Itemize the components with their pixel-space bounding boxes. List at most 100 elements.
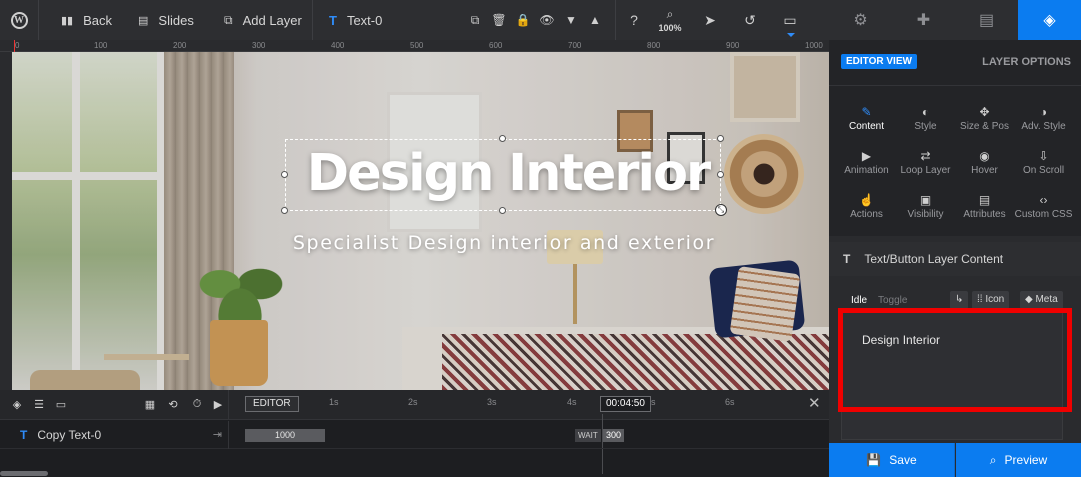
ruler-label: 1000 <box>805 41 823 50</box>
add-layer-button[interactable]: ⧉ Add Layer <box>224 0 312 40</box>
headline-layer[interactable]: Design Interior <box>285 144 731 204</box>
selection-handle[interactable] <box>717 135 724 142</box>
wordpress-logo-button[interactable]: W <box>0 0 38 40</box>
timeline-toolbar: ◈ ☰ ▭ ▦ ⟲ ⏱ ▶ EDITOR 1s 2s 3s 4s 5s 6s 0… <box>0 389 829 420</box>
line-break-icon[interactable]: ↳ <box>950 291 969 309</box>
divider <box>615 0 616 40</box>
chevron-up-icon[interactable]: ▲ <box>583 0 607 40</box>
option-label: Hover <box>971 164 998 176</box>
option-label: Style <box>914 120 937 132</box>
visibility-icon: ▣ <box>919 192 932 207</box>
option-actions[interactable]: ☝ Actions <box>835 184 898 228</box>
ruler-label: 700 <box>568 41 582 50</box>
text-layer-icon: T <box>329 12 337 28</box>
option-label: Animation <box>844 164 889 176</box>
search-icon: ⌕ <box>989 452 997 467</box>
play-icon[interactable]: ▶ <box>211 398 225 412</box>
move-icon: ✥ <box>979 104 990 119</box>
second-marker: 3s <box>487 397 497 407</box>
gear-icon[interactable]: ⚙ <box>829 0 892 40</box>
slides-icon[interactable]: ▤ <box>955 0 1018 40</box>
trash-icon[interactable]: 🗑 <box>487 0 511 40</box>
tab-idle[interactable]: Idle <box>851 295 867 306</box>
timeline-row-label: T Copy Text-0 ⇥ <box>0 421 229 449</box>
arrow-right-icon[interactable]: ⇥ <box>213 428 222 441</box>
slides-button[interactable]: ▤ Slides <box>138 0 224 40</box>
option-visibility[interactable]: ▣ Visibility <box>894 184 957 228</box>
option-attributes[interactable]: ▤ Attributes <box>953 184 1016 228</box>
timeline: ◈ ☰ ▭ ▦ ⟲ ⏱ ▶ EDITOR 1s 2s 3s 4s 5s 6s 0… <box>0 389 829 477</box>
ruler-label: 100 <box>94 41 108 50</box>
ruler-label: 300 <box>252 41 266 50</box>
option-custom-css[interactable]: ‹› Custom CSS <box>1012 184 1075 228</box>
add-layer-label: Add Layer <box>242 12 302 28</box>
preview-button[interactable]: ⌕ Preview <box>956 443 1081 477</box>
loop-icon[interactable]: ⟲ <box>166 398 180 412</box>
selection-handle[interactable] <box>499 135 506 142</box>
close-icon[interactable]: ✕ <box>808 394 821 412</box>
tab-toggle[interactable]: Toggle <box>878 295 907 306</box>
duplicate-icon[interactable]: ⧉ <box>463 0 487 40</box>
selection-handle[interactable] <box>281 207 288 214</box>
layers-icon[interactable]: ◈ <box>10 398 24 412</box>
eye-icon[interactable]: 👁 <box>535 0 559 40</box>
option-style[interactable]: ◐ Style <box>894 96 957 140</box>
option-hover[interactable]: ◉ Hover <box>953 140 1016 184</box>
timeline-row[interactable]: T Copy Text-0 ⇥ 1000 WAIT 300 <box>0 421 829 449</box>
list-icon[interactable]: ☰ <box>32 398 46 412</box>
ruler-label: 400 <box>331 41 345 50</box>
cursor-icon[interactable]: ➤ <box>690 0 730 40</box>
back-button[interactable]: ▮▮ Back <box>39 0 138 40</box>
horizontal-scrollbar[interactable] <box>0 471 48 476</box>
puzzle-icon[interactable]: ✚ <box>892 0 955 40</box>
editor-view-badge[interactable]: EDITOR VIEW <box>841 54 917 69</box>
ruler-label: 500 <box>410 41 424 50</box>
chevron-down-icon[interactable]: ▼ <box>559 0 583 40</box>
option-size-pos[interactable]: ✥ Size & Pos <box>953 96 1016 140</box>
option-label: Loop Layer <box>900 164 951 176</box>
option-on-scroll[interactable]: ⇩ On Scroll <box>1012 140 1075 184</box>
zoom-button[interactable]: ⌕ 100% <box>650 0 690 40</box>
layers-icon[interactable]: ◈ <box>1018 0 1081 40</box>
layer-options-title[interactable]: LAYER OPTIONS <box>982 56 1071 68</box>
option-content[interactable]: ✎ Content <box>835 96 898 140</box>
save-button[interactable]: 💾 Save <box>829 443 955 477</box>
option-label: On Scroll <box>1022 164 1065 176</box>
option-adv-style[interactable]: ◑ Adv. Style <box>1012 96 1075 140</box>
current-time[interactable]: 00:04:50 <box>600 396 651 412</box>
selection-handle[interactable] <box>499 207 506 214</box>
option-loop-layer[interactable]: ⇄ Loop Layer <box>894 140 957 184</box>
lock-icon[interactable]: 🔒 <box>511 0 535 40</box>
option-label: Visibility <box>907 208 944 220</box>
undo-icon[interactable]: ↺ <box>730 0 770 40</box>
timer-icon[interactable]: ⏱ <box>190 398 204 412</box>
section-header[interactable]: T Text/Button Layer Content <box>829 242 1081 276</box>
second-marker: 6s <box>725 397 735 407</box>
canvas-overlay <box>12 52 829 390</box>
grid-icon[interactable]: ▦ <box>143 398 157 412</box>
layer-name[interactable]: T Text-0 <box>313 0 463 40</box>
top-toolbar: W ▮▮ Back ▤ Slides ⧉ Add Layer T Text-0 … <box>0 0 829 40</box>
option-animation[interactable]: ▶ Animation <box>835 140 898 184</box>
meta-button[interactable]: ◆ Meta <box>1020 291 1063 309</box>
ruler-label: 600 <box>489 41 503 50</box>
hand-icon: ☝ <box>859 192 874 207</box>
resize-icon[interactable]: ⤡ <box>715 204 727 216</box>
icon-button[interactable]: ⁞⁞ Icon <box>972 291 1010 309</box>
pencil-icon: ✎ <box>861 104 872 119</box>
palette-icon: ◐ <box>921 104 930 119</box>
panel-tabs: ⚙ ✚ ▤ ◈ <box>829 0 1081 40</box>
ruler-label: 200 <box>173 41 187 50</box>
help-icon[interactable]: ? <box>618 0 650 40</box>
timeline-editor-button[interactable]: EDITOR <box>245 396 299 412</box>
monitor-icon[interactable]: ▭ <box>770 0 810 40</box>
panel-header: EDITOR VIEW LAYER OPTIONS <box>829 40 1081 86</box>
layer-label: Copy Text-0 <box>37 428 102 442</box>
slide-canvas[interactable]: ⤡ Design Interior Specialist Design inte… <box>12 52 829 390</box>
icon-button-label: Icon <box>985 294 1005 305</box>
animation-bar[interactable]: 1000 <box>245 429 325 442</box>
wait-value[interactable]: 300 <box>603 429 625 442</box>
subheadline-layer[interactable]: Specialist Design interior and exterior <box>262 232 746 254</box>
folder-icon[interactable]: ▭ <box>54 398 68 412</box>
preview-label: Preview <box>1004 453 1048 467</box>
